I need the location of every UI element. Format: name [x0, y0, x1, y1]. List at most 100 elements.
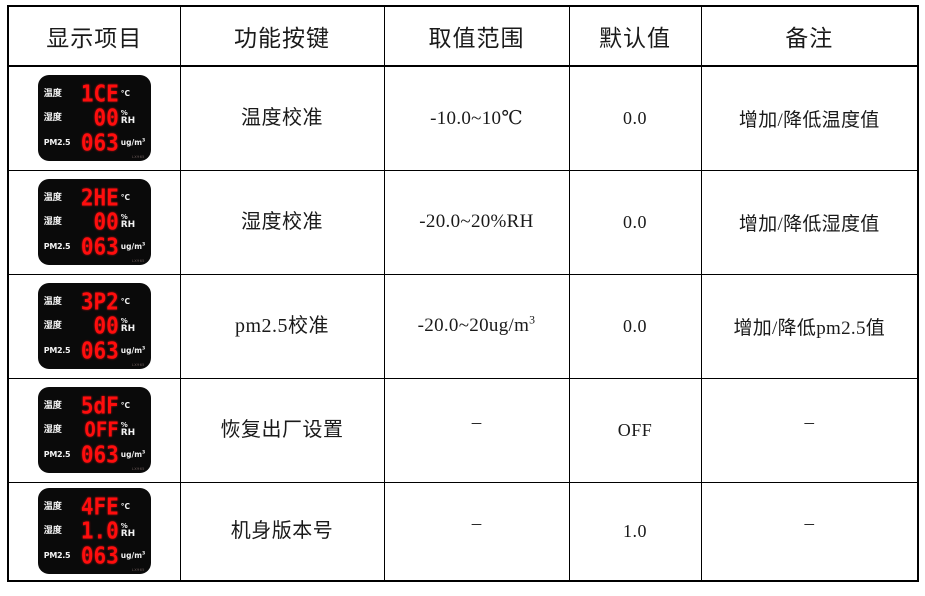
lcd-humidity-unit-rh: RH — [120, 427, 136, 438]
lcd-temp-digits: 3P2 — [80, 288, 119, 315]
range-dash: – — [471, 412, 482, 433]
lcd-pm-unit-exponent: 3 — [142, 138, 146, 144]
header-remarks: 备注 — [700, 5, 919, 67]
lcd-pm-unit: ug/m3 — [121, 347, 146, 355]
lcd-humidity-row: 湿度 1.0 % RH — [44, 519, 145, 543]
lcd-humidity-unit: % RH — [121, 109, 145, 127]
lcd-pm-unit-text: ug/m — [120, 450, 143, 460]
default-cell: 0.0 — [568, 65, 702, 171]
lcd-pm-unit-text: ug/m — [120, 551, 143, 561]
lcd-pm-label: PM2.5 — [43, 551, 71, 561]
lcd-watermark: LX965 — [131, 467, 145, 471]
note-cell: – — [700, 377, 919, 483]
lcd-pm-unit-exponent: 3 — [142, 450, 146, 456]
lcd-humidity-digits: OFF — [84, 417, 119, 442]
lcd-temp-digits: 4FE — [80, 493, 119, 520]
header-display-item: 显示项目 — [7, 5, 181, 67]
lcd-temp-row: 温度 3P2 °C — [44, 290, 145, 314]
note-cell: 增加/降低pm2.5值 — [700, 273, 919, 379]
lcd-temp-digits: 2HE — [80, 184, 119, 211]
range-cell: – — [383, 481, 570, 582]
lcd-pm-row: PM2.5 063 ug/m3 — [43, 542, 146, 569]
lcd-pm-digits: 063 — [80, 337, 119, 364]
lcd-humidity-unit: % RH — [120, 317, 145, 335]
lcd-humidity-row: 湿度 00 % RH — [44, 314, 145, 338]
display-cell: 温度 3P2 °C 湿度 00 % RH PM2.5 063 ug/m3 LX9… — [7, 273, 181, 379]
lcd-pm-unit: ug/m3 — [121, 242, 146, 251]
lcd-pm-unit: ug/m3 — [120, 551, 146, 561]
lcd-pm-unit: ug/m3 — [120, 138, 146, 148]
lcd-pm-digits: 063 — [80, 542, 119, 569]
lcd-pm-label: PM2.5 — [43, 346, 71, 355]
lcd-pm-label: PM2.5 — [43, 450, 71, 459]
lcd-pm-digits: 063 — [80, 129, 119, 156]
lcd-humidity-unit: % RH — [120, 421, 145, 439]
lcd-humidity-label: 湿度 — [43, 216, 62, 227]
lcd-pm-unit-text: ug/m — [120, 138, 143, 148]
spec-table-page: 显示项目 功能按键 取值范围 默认值 备注 温度 1CE °C 湿度 00 % … — [0, 5, 925, 596]
lcd-watermark: LX965 — [131, 259, 145, 263]
lcd-humidity-row: 湿度 OFF % RH — [44, 418, 145, 442]
header-default-value: 默认值 — [568, 5, 702, 67]
lcd-humidity-digits: 00 — [93, 312, 119, 339]
header-function-key: 功能按键 — [179, 5, 385, 67]
function-cell: pm2.5校准 — [179, 273, 385, 379]
lcd-pm-row: PM2.5 063 ug/m3 — [43, 441, 146, 468]
lcd-humidity-unit-rh: RH — [120, 323, 136, 334]
lcd-humidity-digits: 1.0 — [80, 517, 119, 544]
lcd-temp-row: 温度 2HE °C — [44, 186, 145, 210]
note-dash: – — [804, 412, 815, 433]
function-cell: 机身版本号 — [179, 481, 385, 582]
lcd-pm-label: PM2.5 — [43, 242, 71, 251]
lcd-pm-unit-exponent: 3 — [142, 551, 146, 557]
lcd-pm-unit: ug/m3 — [120, 450, 146, 460]
lcd-temp-row: 温度 1CE °C — [44, 82, 145, 106]
lcd-humidity-unit: % RH — [121, 522, 145, 540]
lcd-panel: 温度 4FE °C 湿度 1.0 % RH PM2.5 063 ug/m3 LX… — [37, 488, 151, 575]
lcd-temp-unit: °C — [120, 502, 131, 512]
function-cell: 温度校准 — [179, 65, 385, 171]
table-header: 显示项目 功能按键 取值范围 默认值 备注 — [7, 5, 919, 67]
range-cell: -20.0~20ug/m3 — [383, 273, 570, 379]
range-dash: – — [471, 513, 482, 535]
lcd-temp-label: 温度 — [43, 192, 62, 203]
lcd-temp-label: 温度 — [43, 296, 62, 307]
lcd-humidity-label: 湿度 — [43, 112, 62, 123]
range-cell: – — [383, 377, 570, 483]
default-cell: 0.0 — [568, 273, 702, 379]
default-cell: 1.0 — [568, 481, 702, 582]
header-row: 显示项目 功能按键 取值范围 默认值 备注 — [7, 5, 919, 67]
table-row: 温度 4FE °C 湿度 1.0 % RH PM2.5 063 ug/m3 LX… — [7, 481, 919, 582]
lcd-pm-label: PM2.5 — [43, 138, 71, 148]
lcd-watermark: LX965 — [131, 568, 145, 573]
lcd-humidity-label: 湿度 — [43, 320, 62, 331]
note-cell: 增加/降低湿度值 — [700, 169, 919, 275]
table-row: 温度 1CE °C 湿度 00 % RH PM2.5 063 ug/m3 LX9… — [7, 65, 919, 171]
lcd-humidity-label: 湿度 — [43, 525, 62, 536]
table-row: 温度 5dF °C 湿度 OFF % RH PM2.5 063 ug/m3 LX… — [7, 377, 919, 483]
lcd-pm-row: PM2.5 063 ug/m3 — [43, 129, 146, 156]
lcd-humidity-unit: % RH — [121, 213, 145, 231]
lcd-panel: 温度 2HE °C 湿度 00 % RH PM2.5 063 ug/m3 LX9… — [37, 179, 151, 265]
range-cell: -10.0~10℃ — [383, 65, 570, 171]
default-cell: OFF — [568, 377, 702, 483]
lcd-temp-label: 温度 — [43, 501, 62, 512]
lcd-humidity-digits: 00 — [93, 104, 119, 131]
lcd-pm-row: PM2.5 063 ug/m3 — [43, 337, 146, 364]
lcd-temp-label: 温度 — [43, 400, 62, 411]
display-cell: 温度 1CE °C 湿度 00 % RH PM2.5 063 ug/m3 LX9… — [7, 65, 181, 171]
lcd-temp-unit: °C — [120, 193, 131, 203]
lcd-pm-unit-exponent: 3 — [142, 242, 146, 248]
note-cell: – — [700, 481, 919, 582]
lcd-humidity-row: 湿度 00 % RH — [44, 210, 145, 234]
note-cell: 增加/降低温度值 — [700, 65, 919, 171]
lcd-pm-row: PM2.5 063 ug/m3 — [43, 233, 146, 260]
lcd-pm-digits: 063 — [80, 441, 119, 468]
lcd-temp-digits: 5dF — [80, 392, 119, 419]
lcd-humidity-row: 湿度 00 % RH — [44, 106, 145, 130]
lcd-temp-row: 温度 4FE °C — [44, 495, 145, 519]
lcd-panel: 温度 5dF °C 湿度 OFF % RH PM2.5 063 ug/m3 LX… — [37, 387, 151, 473]
lcd-pm-digits: 063 — [80, 233, 119, 260]
lcd-temp-unit: °C — [120, 89, 131, 99]
specification-table: 显示项目 功能按键 取值范围 默认值 备注 温度 1CE °C 湿度 00 % … — [7, 5, 919, 582]
